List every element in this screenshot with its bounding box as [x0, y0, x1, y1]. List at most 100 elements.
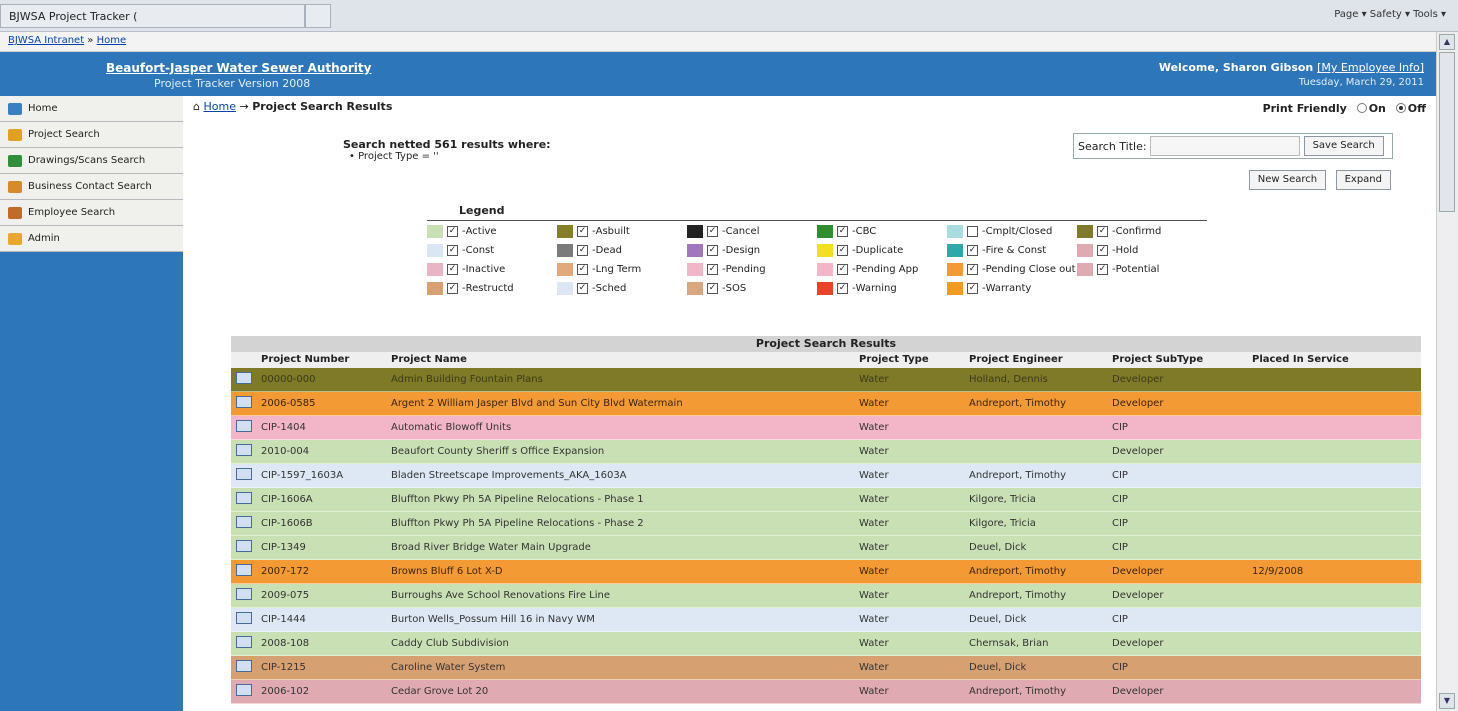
legend-checkbox[interactable]: ✓ — [967, 283, 978, 294]
project-name-cell[interactable]: Cedar Grove Lot 20 — [391, 686, 859, 697]
table-row[interactable]: CIP-1597_1603A Bladen Streetscape Improve… — [231, 464, 1421, 488]
column-header-placed[interactable]: Placed In Service — [1252, 352, 1402, 368]
legend-checkbox[interactable]: ✓ — [577, 283, 588, 294]
folder-icon[interactable] — [236, 516, 252, 528]
legend-label: Potential — [1115, 264, 1160, 275]
legend-checkbox[interactable]: ✓ — [707, 226, 718, 237]
folder-icon[interactable] — [236, 684, 252, 696]
sidebar-item-admin[interactable]: Admin — [0, 226, 183, 252]
expand-button[interactable]: Expand — [1335, 170, 1391, 190]
table-row[interactable]: 2009-075 Burroughs Ave School Renovations… — [231, 584, 1421, 608]
table-row[interactable]: 2010-004 Beaufort County Sheriff s Office… — [231, 440, 1421, 464]
table-row[interactable]: 2007-172 Browns Bluff 6 Lot X-D Water Andre… — [231, 560, 1421, 584]
legend-checkbox[interactable]: ✓ — [447, 264, 458, 275]
project-name-cell[interactable]: Caroline Water System — [391, 662, 859, 673]
legend-checkbox[interactable]: ✓ — [577, 264, 588, 275]
scroll-thumb[interactable] — [1439, 52, 1455, 212]
project-name-cell[interactable]: Bluffton Pkwy Ph 5A Pipeline Relocations… — [391, 494, 859, 505]
table-row[interactable]: CIP-1215 Caroline Water System Water Deuel,… — [231, 656, 1421, 680]
folder-icon[interactable] — [236, 468, 252, 480]
project-name-cell[interactable]: Bladen Streetscape Improvements_AKA_1603… — [391, 470, 859, 481]
legend-checkbox[interactable]: ✓ — [577, 226, 588, 237]
project-name-cell[interactable]: Beaufort County Sheriff s Office Expansi… — [391, 446, 859, 457]
legend-checkbox[interactable]: ✓ — [447, 283, 458, 294]
command-bar[interactable]: Page ▾ Safety ▾ Tools ▾ — [1334, 9, 1446, 20]
sidebar-item-business-contact-search[interactable]: Business Contact Search — [0, 174, 183, 200]
table-row[interactable]: 2006-102 Cedar Grove Lot 20 Water Andreport… — [231, 680, 1421, 704]
folder-icon[interactable] — [236, 420, 252, 432]
folder-icon[interactable] — [236, 564, 252, 576]
browser-tab[interactable]: BJWSA Project Tracker ( — [0, 4, 305, 28]
legend-checkbox[interactable]: ✓ — [837, 226, 848, 237]
print-off-radio[interactable] — [1395, 103, 1406, 113]
new-tab-button[interactable] — [305, 4, 331, 28]
column-header-subtype[interactable]: Project SubType — [1112, 352, 1252, 368]
table-row[interactable]: 2006-0585 Argent 2 William Jasper Blvd an… — [231, 392, 1421, 416]
legend-item: ✓ - Warning — [817, 282, 947, 295]
folder-icon[interactable] — [236, 612, 252, 624]
scroll-up-icon[interactable]: ▲ — [1439, 34, 1455, 50]
scroll-down-icon[interactable]: ▼ — [1439, 693, 1455, 709]
column-header-name[interactable]: Project Name — [391, 352, 859, 368]
legend-checkbox[interactable]: ✓ — [707, 264, 718, 275]
table-row[interactable]: CIP-1606A Bluffton Pkwy Ph 5A Pipeline Re… — [231, 488, 1421, 512]
sidebar-item-employee-search[interactable]: Employee Search — [0, 200, 183, 226]
my-info-link[interactable]: [My Employee Info] — [1317, 61, 1424, 74]
breadcrumb-home[interactable]: Home — [203, 100, 235, 113]
legend-checkbox[interactable]: ✓ — [1097, 245, 1108, 256]
org-name[interactable]: Beaufort-Jasper Water Sewer Authority — [106, 61, 371, 75]
table-row[interactable]: CIP-1444 Burton Wells_Possum Hill 16 in N… — [231, 608, 1421, 632]
sidebar-item-drawings-scans-search[interactable]: Drawings/Scans Search — [0, 148, 183, 174]
search-title-input[interactable] — [1149, 136, 1300, 156]
legend-checkbox[interactable]: ✓ — [577, 245, 588, 256]
legend-checkbox[interactable]: ✓ — [967, 245, 978, 256]
legend-swatch — [427, 244, 443, 257]
table-row[interactable]: CIP-1349 Broad River Bridge Water Main Up… — [231, 536, 1421, 560]
legend-checkbox[interactable]: ✓ — [837, 264, 848, 275]
table-row[interactable]: CIP-1404 Automatic Blowoff Units Water CIP — [231, 416, 1421, 440]
legend-checkbox[interactable] — [967, 226, 978, 237]
legend-swatch — [687, 263, 703, 276]
sidebar-item-project-search[interactable]: Project Search — [0, 122, 183, 148]
favorite-intranet-link[interactable]: BJWSA Intranet — [8, 35, 84, 46]
project-name-cell[interactable]: Burton Wells_Possum Hill 16 in Navy WM — [391, 614, 859, 625]
folder-icon[interactable] — [236, 660, 252, 672]
legend-checkbox[interactable]: ✓ — [707, 245, 718, 256]
legend-checkbox[interactable]: ✓ — [707, 283, 718, 294]
column-header-type[interactable]: Project Type — [859, 352, 969, 368]
legend-label: Fire & Const — [985, 245, 1047, 256]
favorite-home-link[interactable]: Home — [97, 35, 127, 46]
legend-checkbox[interactable]: ✓ — [1097, 264, 1108, 275]
project-name-cell[interactable]: Automatic Blowoff Units — [391, 422, 859, 433]
legend-checkbox[interactable]: ✓ — [1097, 226, 1108, 237]
project-name-cell[interactable]: Caddy Club Subdivision — [391, 638, 859, 649]
legend-checkbox[interactable]: ✓ — [967, 264, 978, 275]
table-row[interactable]: 00000-000 Admin Building Fountain Plans Wa… — [231, 368, 1421, 392]
folder-icon[interactable] — [236, 588, 252, 600]
folder-icon[interactable] — [236, 492, 252, 504]
save-search-button[interactable]: Save Search — [1303, 136, 1384, 156]
project-name-cell[interactable]: Admin Building Fountain Plans — [391, 374, 859, 385]
project-name-cell[interactable]: Argent 2 William Jasper Blvd and Sun Cit… — [391, 398, 859, 409]
table-row[interactable]: 2008-108 Caddy Club Subdivision Water Chern… — [231, 632, 1421, 656]
page-scrollbar[interactable]: ▲ ▼ — [1436, 32, 1458, 711]
project-name-cell[interactable]: Bluffton Pkwy Ph 5A Pipeline Relocations… — [391, 518, 859, 529]
folder-icon[interactable] — [236, 372, 252, 384]
legend-checkbox[interactable]: ✓ — [837, 245, 848, 256]
legend-checkbox[interactable]: ✓ — [447, 226, 458, 237]
legend-checkbox[interactable]: ✓ — [447, 245, 458, 256]
project-name-cell[interactable]: Broad River Bridge Water Main Upgrade — [391, 542, 859, 553]
project-name-cell[interactable]: Burroughs Ave School Renovations Fire Li… — [391, 590, 859, 601]
folder-icon[interactable] — [236, 396, 252, 408]
print-on-radio[interactable] — [1356, 103, 1367, 113]
table-row[interactable]: CIP-1606B Bluffton Pkwy Ph 5A Pipeline Re… — [231, 512, 1421, 536]
project-name-cell[interactable]: Browns Bluff 6 Lot X-D — [391, 566, 859, 577]
new-search-button[interactable]: New Search — [1248, 170, 1327, 190]
sidebar-item-home[interactable]: Home — [0, 96, 183, 122]
folder-icon[interactable] — [236, 636, 252, 648]
folder-icon[interactable] — [236, 540, 252, 552]
legend-checkbox[interactable]: ✓ — [837, 283, 848, 294]
column-header-engineer[interactable]: Project Engineer — [969, 352, 1112, 368]
column-header-number[interactable]: Project Number — [261, 352, 391, 368]
folder-icon[interactable] — [236, 444, 252, 456]
